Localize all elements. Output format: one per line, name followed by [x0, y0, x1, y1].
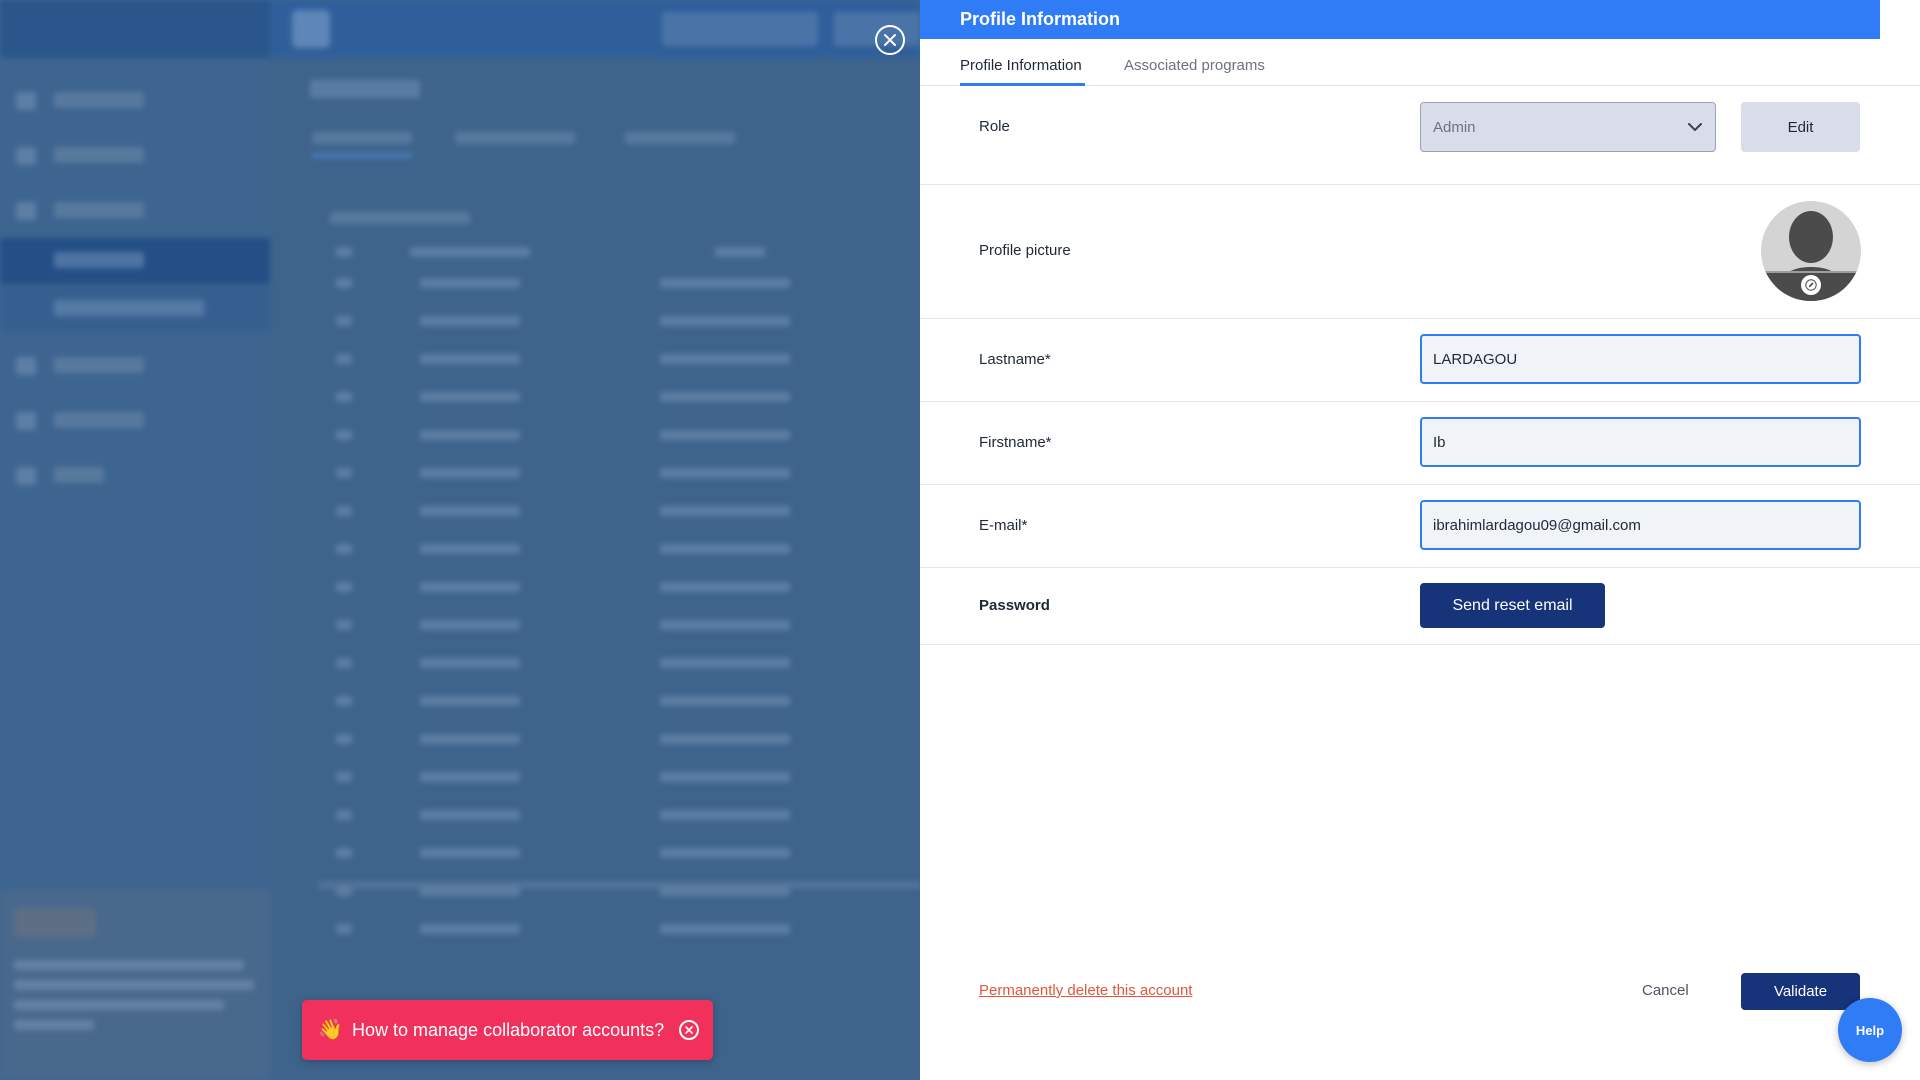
lastname-label: Lastname*	[979, 351, 1051, 368]
close-icon	[884, 34, 896, 46]
pencil-icon	[1805, 279, 1817, 291]
avatar[interactable]	[1761, 201, 1861, 301]
role-selected-value: Admin	[1433, 118, 1476, 136]
password-row: Password Send reset email	[920, 568, 1920, 645]
background-promo	[0, 890, 270, 1080]
background-nav-item	[0, 453, 270, 499]
profile-picture-label: Profile picture	[979, 242, 1071, 259]
email-input[interactable]	[1420, 500, 1861, 550]
password-label: Password	[979, 597, 1050, 614]
toast-message[interactable]: How to manage collaborator accounts?	[352, 1020, 679, 1041]
background-nav-item	[0, 188, 270, 234]
toast-close-button[interactable]	[679, 1020, 699, 1040]
validate-button[interactable]: Validate	[1741, 973, 1860, 1010]
role-label: Role	[979, 118, 1010, 135]
background-nav-item	[0, 238, 270, 284]
send-reset-email-button[interactable]: Send reset email	[1420, 583, 1605, 628]
close-panel-button[interactable]	[875, 25, 905, 55]
cancel-button[interactable]: Cancel	[1642, 982, 1689, 999]
tab-associated-programs[interactable]: Associated programs	[1124, 57, 1265, 74]
role-row: Role Admin Edit	[920, 86, 1920, 185]
background-logo-zone	[0, 0, 270, 58]
lastname-input[interactable]	[1420, 334, 1861, 384]
role-select[interactable]: Admin	[1420, 102, 1716, 152]
help-toast[interactable]: 👋 How to manage collaborator accounts?	[302, 1000, 713, 1060]
profile-picture-row: Profile picture	[920, 185, 1920, 319]
background-scrollbar	[318, 882, 920, 888]
firstname-row: Firstname*	[920, 402, 1920, 485]
email-label: E-mail*	[979, 517, 1028, 534]
help-button[interactable]: Help	[1838, 998, 1902, 1062]
lastname-row: Lastname*	[920, 319, 1920, 402]
background-content	[290, 70, 920, 970]
background-nav-item	[0, 78, 270, 124]
edit-avatar-button[interactable]	[1801, 275, 1821, 295]
panel-header: Profile Information	[920, 0, 1920, 39]
panel-tabs: Profile Information Associated programs	[920, 39, 1920, 86]
waving-hand-icon: 👋	[318, 1019, 343, 1041]
close-icon	[685, 1026, 693, 1034]
email-row: E-mail*	[920, 485, 1920, 568]
background-topbar	[0, 0, 920, 58]
background-nav-item	[0, 133, 270, 179]
chevron-down-icon	[1688, 123, 1702, 131]
background-app	[0, 0, 920, 1080]
edit-role-button[interactable]: Edit	[1741, 102, 1860, 152]
workspace-icon	[292, 10, 330, 48]
panel-title: Profile Information	[960, 9, 1121, 29]
profile-panel: Profile Information Profile Information …	[920, 0, 1920, 1080]
background-pill	[662, 12, 818, 46]
background-nav-item	[0, 398, 270, 444]
delete-account-link[interactable]: Permanently delete this account	[979, 982, 1192, 999]
firstname-label: Firstname*	[979, 434, 1052, 451]
firstname-input[interactable]	[1420, 417, 1861, 467]
background-nav-item	[0, 343, 270, 389]
background-nav-item	[0, 286, 270, 332]
tab-profile-information[interactable]: Profile Information	[960, 57, 1082, 74]
